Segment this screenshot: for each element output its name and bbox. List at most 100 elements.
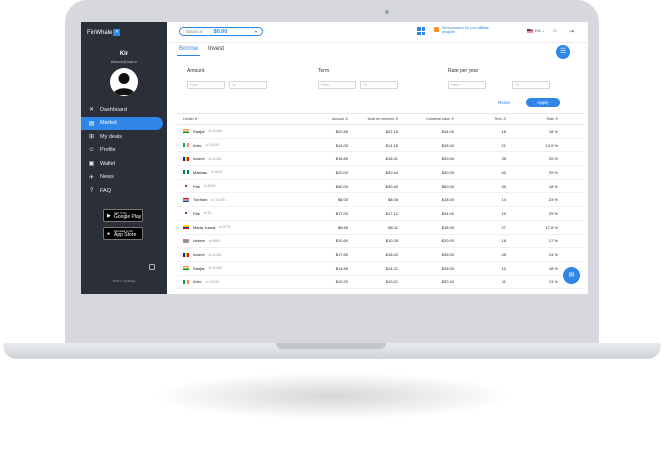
lender-cell: Artur id 10424 (177, 279, 308, 284)
lender-id: id 11465 (208, 266, 222, 271)
logo-mark-icon: ✕ (113, 29, 121, 36)
table-row[interactable]: Radjat id 11465 $22.69 $22.15 $44.00 16 18 % (177, 125, 585, 139)
market-icon: ▤ (88, 120, 95, 127)
table-row[interactable]: Pak id 30 $17.00 $17.12 $34.00 10 29 % (177, 207, 585, 221)
table-row[interactable]: Andrei id 11481 $18.69 $18.31 $30.00 35 20 % (177, 152, 585, 167)
instagram-icon[interactable] (149, 264, 155, 270)
affiliate-link[interactable]: Remuneration for your affiliate program (442, 26, 502, 34)
rate-from-input[interactable]: From (448, 81, 486, 89)
lender-cell: Pak id 8340 (177, 184, 308, 189)
table-body: Radjat id 11465 $22.69 $22.15 $44.00 16 18 % Ar… (177, 125, 585, 294)
lender-name[interactable]: Radjat (193, 266, 205, 271)
collateral-cell: $28.00 (441, 265, 454, 271)
lender-name[interactable]: Artur (193, 279, 202, 284)
lender-cell: Mathias id 9832 (177, 170, 308, 175)
table-row[interactable]: Radjat id 11465 $14.69 $14.21 $28.00 13 18 % (177, 262, 585, 276)
sidebar-item-dashboard[interactable]: ✕ Dashboard (81, 103, 167, 117)
lender-name[interactable]: Marta Juana (193, 293, 215, 294)
sidebar-item-market[interactable]: ▤ Market (81, 116, 163, 130)
lender-name[interactable]: Pak (193, 184, 200, 189)
term-from-input[interactable]: From (318, 81, 356, 89)
lender-cell: Marta Juana id 8702 (177, 225, 308, 230)
lender-name[interactable]: Andrei (193, 252, 205, 257)
romania-flag-icon (183, 252, 189, 257)
wallet-icon: ▣ (88, 161, 95, 168)
apply-button[interactable]: Apply (526, 98, 560, 107)
amount-cell: $14.69 (335, 265, 348, 271)
sidebar-item-profile[interactable]: ☺ Profile (81, 144, 167, 158)
lender-name[interactable]: Tordhan (193, 197, 207, 202)
collateral-cell: $60.00 (441, 183, 454, 189)
filter-settings-button[interactable]: ☰ (556, 45, 570, 59)
table-row[interactable]: Tordhan id 11408 $8.00 $8.08 $18.00 14 23 % (177, 193, 585, 208)
lender-name[interactable]: Artur (193, 143, 202, 148)
logout-icon[interactable]: ⇥ (569, 28, 574, 35)
table-row[interactable]: Marta Juana id 8702 $8.69 $8.11 $18.00 27 17.8… (177, 221, 585, 235)
table-row[interactable]: Marta Juanaid 8702$18.69$18.75$37.002723… (177, 289, 585, 294)
news-icon: ✈ (88, 174, 95, 181)
header-lender[interactable]: Lender ⇵ (177, 117, 308, 121)
table-row[interactable]: chalee id 6690 $10.69 $10.26 $20.00 16 17 % (177, 235, 585, 249)
avatar[interactable] (110, 68, 138, 96)
rate-cell: 23 % (506, 293, 558, 294)
balance-dropdown[interactable]: Balance: $0.00 ▾ (179, 27, 263, 36)
apps-grid-icon[interactable] (417, 27, 425, 35)
collateral-cell: $20.42 (441, 279, 454, 285)
rate-cell: 18 % (548, 265, 558, 271)
lender-name[interactable]: Andrei (193, 156, 205, 161)
lender-name[interactable]: Mathias (193, 170, 207, 175)
sidebar-item-news[interactable]: ✈ News (81, 171, 167, 185)
sidebar-item-my-deals[interactable]: ⊞ My deals (81, 130, 167, 144)
india-flag-icon (183, 266, 189, 271)
amount-cell: $14.00 (335, 142, 348, 148)
tab-invest[interactable]: Invest (206, 44, 226, 56)
lender-name[interactable]: Pak (193, 211, 200, 216)
term-cell: 40 (501, 169, 506, 175)
notifications-icon[interactable]: ⌂ (553, 28, 557, 34)
deals-icon: ⊞ (88, 134, 95, 141)
rate-cell: 13 % (548, 279, 558, 285)
sidebar-item-label: Market (100, 120, 117, 127)
lender-cell: Radjat id 11465 (177, 129, 308, 134)
header-rate[interactable]: Rate ⇵ (506, 117, 558, 121)
table-row[interactable]: Andrei id 11481 $17.50 $18.02 $35.00 45 24 % (177, 248, 585, 262)
app-logo[interactable]: FinWhale ✕ (87, 29, 121, 36)
lender-id: id 9832 (211, 170, 223, 175)
amount-cell: $20.00 (335, 169, 348, 175)
avatar-silhouette-icon (113, 73, 135, 95)
lender-name[interactable]: Marta Juana (193, 225, 215, 230)
table-header: Lender ⇵ Amount ⇵ Must be returned ⇵ Col… (177, 113, 585, 125)
returned-cell: $30.40 (385, 183, 398, 189)
chat-button[interactable]: ✉ (563, 267, 580, 284)
table-row[interactable]: Artur id 10424 $10.20 $10.21 $20.42 11 13 % (177, 276, 585, 290)
collateral-cell: $20.00 (441, 238, 454, 244)
amount-from-input[interactable]: From (187, 81, 225, 89)
rate-to-input[interactable]: To (512, 81, 550, 89)
chevron-down-icon: ⌄ (541, 28, 546, 33)
lender-name[interactable]: chalee (193, 238, 205, 243)
sidebar-item-label: Wallet (100, 160, 116, 167)
lender-name[interactable]: Radjat (193, 129, 205, 134)
amount-to-input[interactable]: To (229, 81, 267, 89)
amount-cell: $10.20 (335, 279, 348, 285)
amount-cell: $8.00 (337, 197, 348, 203)
sidebar-item-faq[interactable]: ? FAQ (81, 184, 167, 198)
language-selector[interactable]: EN ⌄ (527, 28, 545, 33)
returned-cell: $14.21 (385, 265, 398, 271)
header-collateral[interactable]: Collateral value ⇵ (398, 117, 454, 121)
table-row[interactable]: Pak id 8340 $30.00 $30.40 $60.00 30 18 % (177, 180, 585, 194)
returned-cell: $10.21 (385, 279, 398, 285)
reset-button[interactable]: Reset (498, 100, 510, 105)
app-store-button[interactable]: ● Download on the App Store (103, 227, 143, 240)
term-to-input[interactable]: To (360, 81, 398, 89)
table-row[interactable]: Mathias id 9832 $20.00 $20.44 $40.00 40 29 % (177, 166, 585, 180)
tab-borrow[interactable]: Borrow (177, 44, 201, 56)
sidebar-item-wallet[interactable]: ▣ Wallet (81, 157, 167, 171)
header-returned[interactable]: Must be returned ⇵ (348, 117, 398, 121)
rate-cell: 13.9 % (545, 142, 558, 148)
lender-cell: Tordhan id 11408 (177, 197, 308, 202)
header-term[interactable]: Term ⇵ (454, 117, 506, 121)
header-amount[interactable]: Amount ⇵ (308, 117, 348, 121)
table-row[interactable]: Artur id 10424 $14.00 $14.16 $28.00 21 13.9 % (177, 139, 585, 153)
google-play-button[interactable]: ▶ GET IT ON Google Play (103, 209, 143, 222)
